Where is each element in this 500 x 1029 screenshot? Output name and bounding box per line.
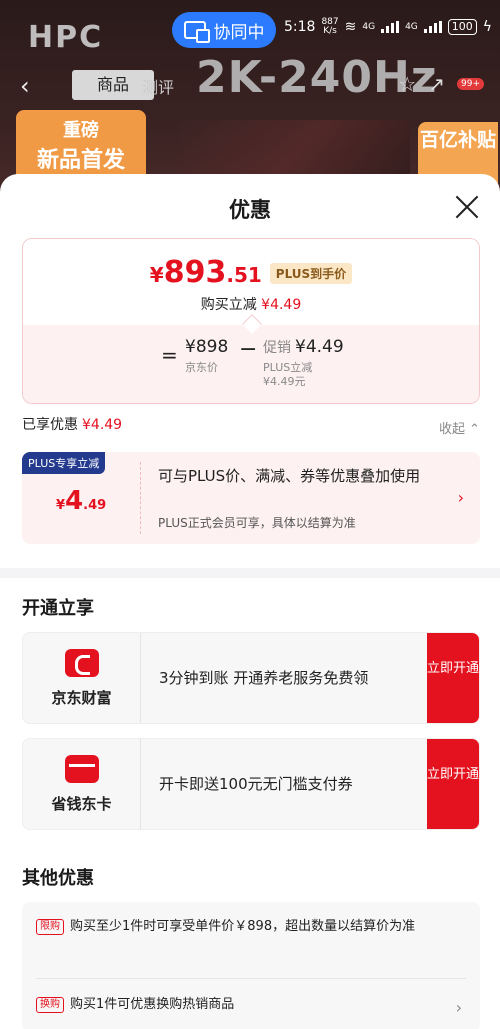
plus-divider bbox=[140, 462, 141, 534]
section-title-other: 其他优惠 bbox=[22, 868, 94, 889]
section-title-open: 开通立享 bbox=[22, 598, 94, 619]
service-desc: 3分钟到账 开通养老服务免费领 bbox=[159, 669, 369, 687]
sheet-title: 优惠 bbox=[229, 198, 271, 222]
share-icon[interactable]: ↗ bbox=[428, 72, 445, 96]
list-item: 限购 购买至少1件时可享受单件价￥898，超出数量以结算价为准 bbox=[36, 916, 466, 938]
wallet-icon bbox=[65, 649, 99, 677]
promo-value: ¥4.49 bbox=[295, 337, 344, 357]
instant-discount-line: 购买立减 ¥4.49 bbox=[23, 294, 479, 314]
jd-price-label: 京东价 bbox=[185, 361, 218, 374]
net-speed: 887 K/s bbox=[321, 18, 338, 36]
plus-price-tag: PLUS到手价 bbox=[269, 263, 353, 284]
service-brand: 京东财富 bbox=[23, 633, 141, 723]
service-name: 省钱东卡 bbox=[51, 795, 112, 813]
signal-icon bbox=[381, 21, 400, 33]
instant-discount-amount: ¥4.49 bbox=[261, 297, 302, 313]
net-type-2: 4G bbox=[405, 22, 418, 32]
discount-sheet: 优惠 ¥893.51 PLUS到手价 购买立减 ¥4.49 = ¥898 京东价… bbox=[0, 174, 500, 1029]
plus-description: 可与PLUS价、满减、券等优惠叠加使用 bbox=[158, 467, 421, 485]
status-bar: 5:18 887 K/s ≋ 4G 4G 100 ϟ bbox=[284, 18, 492, 36]
status-time: 5:18 bbox=[284, 19, 316, 35]
section-divider bbox=[0, 568, 500, 578]
price-breakdown-card: ¥893.51 PLUS到手价 购买立减 ¥4.49 = ¥898 京东价 − … bbox=[22, 238, 480, 404]
offer-text: 购买至少1件时可享受单件价￥898，超出数量以结算价为准 bbox=[70, 919, 416, 934]
limit-tag: 限购 bbox=[36, 919, 64, 935]
service-desc: 开卡即送100元无门槛支付券 bbox=[159, 775, 353, 793]
plus-amount-int: 4 bbox=[65, 486, 84, 516]
chevron-right-icon: › bbox=[455, 998, 462, 1017]
offer-text: 购买1件可优惠换购热销商品 bbox=[70, 997, 235, 1012]
service-brand: 省钱东卡 bbox=[23, 739, 141, 829]
sheet-header: 优惠 bbox=[0, 174, 500, 238]
final-price-dec: .51 bbox=[226, 263, 262, 287]
enjoyed-discount: 已享优惠 ¥4.49 bbox=[22, 414, 122, 434]
wifi-icon: ≋ bbox=[344, 19, 357, 35]
product-page-background: HPC 协同中 5:18 887 K/s ≋ 4G 4G 100 ϟ ‹ 商品 … bbox=[0, 0, 500, 200]
list-item-exchange[interactable]: 换购 购买1件可优惠换购热销商品 bbox=[36, 994, 466, 1016]
new-release-banner: 重磅 新品首发 bbox=[16, 110, 146, 182]
jd-price: ¥898 bbox=[185, 337, 229, 357]
collab-label: 协同中 bbox=[213, 22, 265, 43]
promo-amount: 促销 ¥4.49 bbox=[263, 337, 344, 357]
enjoyed-amount: ¥4.49 bbox=[82, 417, 123, 433]
message-badge[interactable]: 99+ bbox=[457, 78, 484, 90]
brand-logo: HPC bbox=[28, 20, 104, 55]
plus-discount-card[interactable]: PLUS专享立减 ¥4.49 可与PLUS价、满减、券等优惠叠加使用 PLUS正… bbox=[22, 452, 480, 544]
plus-discount-amount: ¥4.49 bbox=[56, 486, 106, 516]
divider bbox=[36, 978, 466, 979]
tab-review[interactable]: 测评 bbox=[142, 74, 174, 98]
service-card-saving-card[interactable]: 省钱东卡 开卡即送100元无门槛支付券 立即开通 bbox=[22, 738, 480, 830]
final-price-yen: ¥ bbox=[149, 263, 164, 287]
service-card-jd-wealth[interactable]: 京东财富 3分钟到账 开通养老服务免费领 立即开通 bbox=[22, 632, 480, 724]
plus-amount-dec: .49 bbox=[83, 498, 107, 513]
final-price-int: 893 bbox=[163, 255, 227, 290]
final-price: ¥893.51 bbox=[150, 255, 262, 290]
promo-sub-value: ¥4.49元 bbox=[263, 375, 306, 388]
star-icon[interactable]: ☆ bbox=[398, 72, 416, 96]
open-now-button[interactable]: 立即开通 bbox=[427, 739, 479, 829]
plus-amount-yen: ¥ bbox=[56, 498, 66, 513]
exchange-tag: 换购 bbox=[36, 997, 64, 1013]
bank-card-icon bbox=[65, 755, 99, 783]
plus-note: PLUS正式会员可享，具体以结算为准 bbox=[158, 516, 356, 530]
plus-badge: PLUS专享立减 bbox=[22, 452, 106, 474]
battery-icon: 100 bbox=[447, 19, 477, 35]
net-type-1: 4G bbox=[362, 22, 376, 32]
other-offers-list: 限购 购买至少1件时可享受单件价￥898，超出数量以结算价为准 换购 购买1件可优惠… bbox=[22, 902, 480, 1029]
charging-icon: ϟ bbox=[482, 19, 493, 35]
collapse-toggle[interactable]: 收起 ⌃ bbox=[439, 418, 480, 437]
equals-sign: = bbox=[161, 343, 178, 367]
open-now-button[interactable]: 立即开通 bbox=[427, 633, 479, 723]
price-formula: = ¥898 京东价 − 促销 ¥4.49 PLUS立减 ¥4.49元 bbox=[23, 325, 479, 403]
promo-left-line1: 重磅 bbox=[63, 120, 99, 141]
minus-sign: − bbox=[239, 337, 258, 362]
top-actions: ☆ ↗ 99+ bbox=[398, 72, 484, 96]
back-icon[interactable]: ‹ bbox=[20, 72, 30, 100]
collab-status-pill[interactable]: 协同中 bbox=[172, 12, 276, 48]
signal-icon-2 bbox=[423, 21, 442, 33]
promo-left-line2: 新品首发 bbox=[36, 148, 125, 173]
chevron-right-icon: › bbox=[457, 488, 464, 507]
net-speed-unit: K/s bbox=[323, 26, 337, 36]
enjoyed-label: 已享优惠 bbox=[22, 417, 78, 433]
close-icon[interactable] bbox=[454, 194, 480, 220]
instant-discount-label: 购买立减 bbox=[200, 297, 257, 313]
promo-label: 促销 bbox=[263, 340, 291, 356]
service-name: 京东财富 bbox=[51, 689, 112, 707]
final-price-area: ¥893.51 PLUS到手价 购买立减 ¥4.49 bbox=[23, 239, 479, 325]
collab-icon bbox=[183, 21, 210, 43]
